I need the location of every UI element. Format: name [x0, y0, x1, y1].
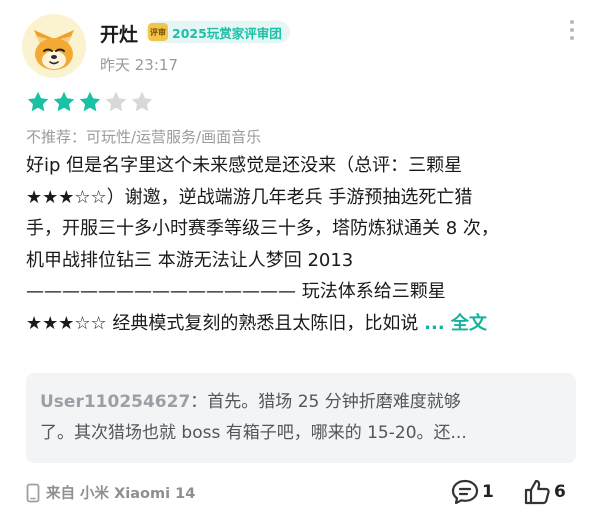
review-line: 手，开服三十多小时赛季等级三十多，塔防炼狱通关 8 次，: [26, 218, 499, 240]
star-rating: [26, 90, 156, 114]
phone-icon: [26, 483, 40, 502]
more-vertical-icon[interactable]: [566, 18, 578, 42]
reply-separator: ：: [190, 392, 208, 412]
reply-line: User110254627：首先。猎场 25 分钟折磨难度就够: [40, 387, 562, 418]
expand-fulltext-link[interactable]: ... 全文: [424, 313, 487, 334]
comment-icon: [451, 479, 479, 505]
star-icon: [53, 91, 75, 112]
reviewer-badge[interactable]: 评审 2025玩赏家评审团: [146, 21, 290, 43]
star-icon: [79, 91, 101, 112]
review-header: 开灶 评审 2025玩赏家评审团 昨天 23:17: [20, 14, 580, 84]
like-count: 6: [554, 482, 566, 502]
comment-count: 1: [482, 482, 494, 502]
reply-text-line2: 了。其次猎场也就 boss 有箱子吧，哪来的 15-20。还...: [40, 423, 467, 443]
star-icon: [131, 91, 153, 112]
star-icon: [105, 91, 127, 112]
review-line: ——————————————— 玩法体系给三颗星: [26, 281, 446, 303]
thumbs-up-icon: [524, 479, 550, 505]
device-info: 来自 小米 Xiaomi 14: [26, 482, 195, 503]
not-recommend-tags: 不推荐：可玩性/运营服务/画面音乐: [26, 128, 262, 146]
device-label: 来自 小米 Xiaomi 14: [46, 486, 196, 502]
like-button[interactable]: 6: [522, 478, 566, 506]
badge-label: 2025玩赏家评审团: [172, 25, 282, 41]
review-line: ★★★☆☆）谢邀，逆战端游几年老兵 手游预抽选死亡猎: [26, 186, 473, 208]
username[interactable]: 开灶: [100, 20, 138, 47]
post-time: 昨天 23:17: [100, 56, 178, 74]
avatar[interactable]: [22, 14, 86, 78]
reply-username[interactable]: User110254627: [40, 392, 190, 412]
badge-seal-icon: 评审: [148, 23, 168, 41]
comment-button[interactable]: 1: [450, 478, 494, 506]
review-line: ★★★☆☆ 经典模式复刻的熟悉且太陈旧，比如说: [26, 312, 425, 334]
review-line: 机甲战排位钻三 本游无法让人梦回 2013: [26, 249, 354, 271]
review-text[interactable]: 好ip 但是名字里这个未来感觉是还没来（总评：三颗星 ★★★☆☆）谢邀，逆战端游…: [26, 150, 582, 340]
review-line: 好ip 但是名字里这个未来感觉是还没来（总评：三颗星: [26, 155, 463, 176]
reply-preview[interactable]: User110254627：首先。猎场 25 分钟折磨难度就够 了。其次猎场也就…: [26, 373, 576, 463]
review-footer: 来自 小米 Xiaomi 14 1 6: [26, 478, 576, 508]
reply-text: 首先。猎场 25 分钟折磨难度就够: [207, 392, 461, 412]
shiba-dog-avatar-icon: [22, 14, 86, 78]
star-icon: [27, 91, 49, 112]
review-line-last: ★★★☆☆ 经典模式复刻的熟悉且太陈旧，比如说 ... 全文: [26, 308, 582, 340]
